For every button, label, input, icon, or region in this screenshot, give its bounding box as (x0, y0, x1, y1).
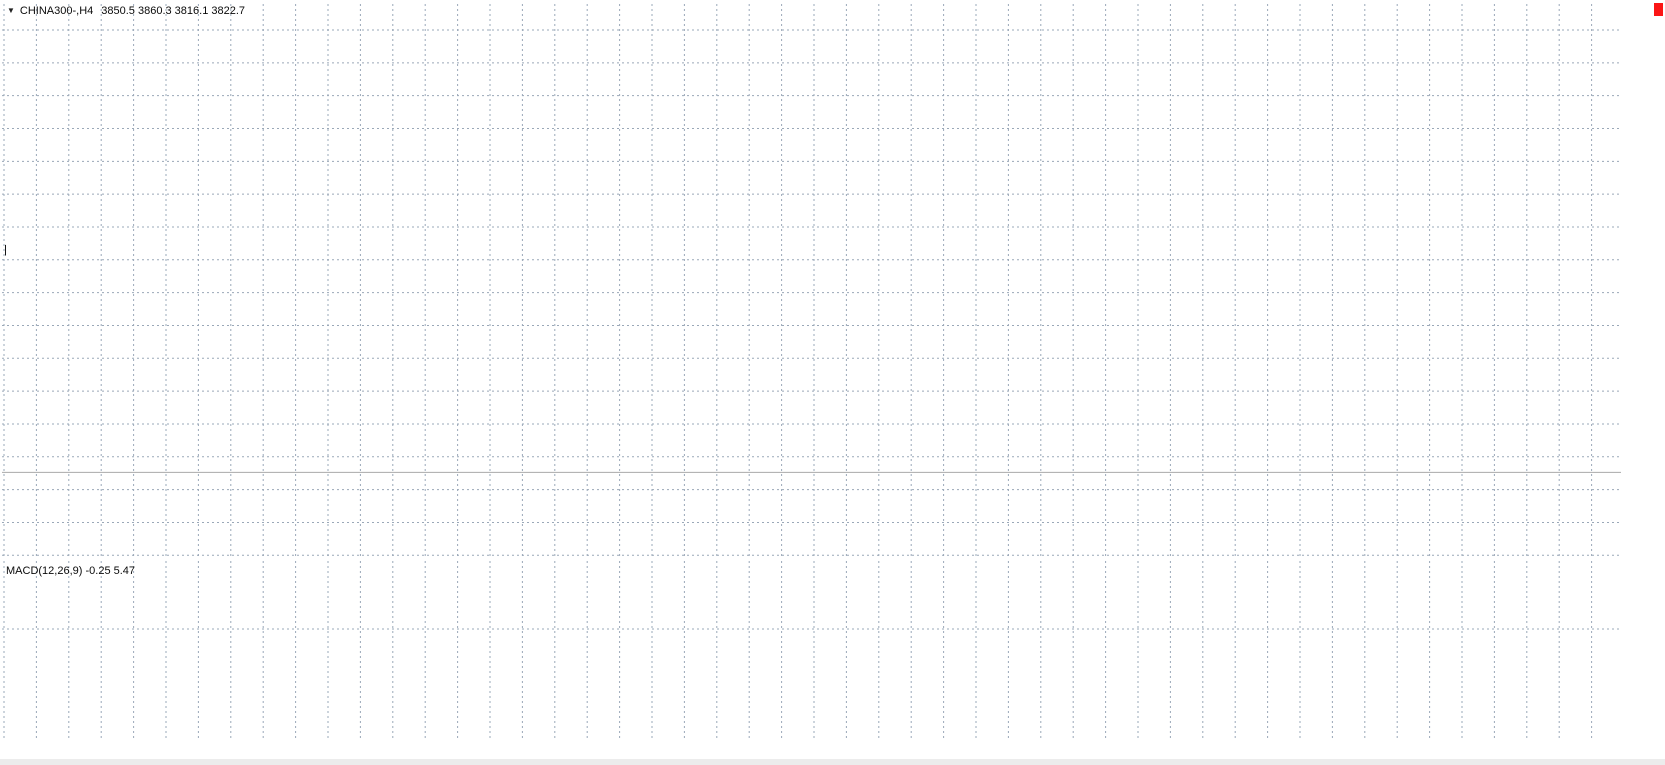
ohlc-values: 3850.5 3860.3 3816.1 3822.7 (101, 5, 245, 17)
grid-layer (2, 4, 1621, 741)
chart-canvas[interactable] (0, 0, 1665, 765)
window-bottom-edge (0, 759, 1665, 765)
chart-window: ▼ CHINA300-,H4 3850.5 3860.3 3816.1 3822.7… (0, 0, 1665, 765)
macd-name: MACD(12,26,9) (6, 565, 82, 577)
symbol-period-label: CHINA300-,H4 (20, 5, 93, 17)
macd-values: -0.25 5.47 (85, 565, 135, 577)
chevron-down-icon[interactable]: ▼ (7, 6, 15, 15)
macd-indicator-label: MACD(12,26,9) -0.25 5.47 (6, 565, 135, 577)
window-corner-marker (1654, 3, 1663, 16)
chart-title: ▼ CHINA300-,H4 3850.5 3860.3 3816.1 3822.7 (7, 5, 245, 17)
